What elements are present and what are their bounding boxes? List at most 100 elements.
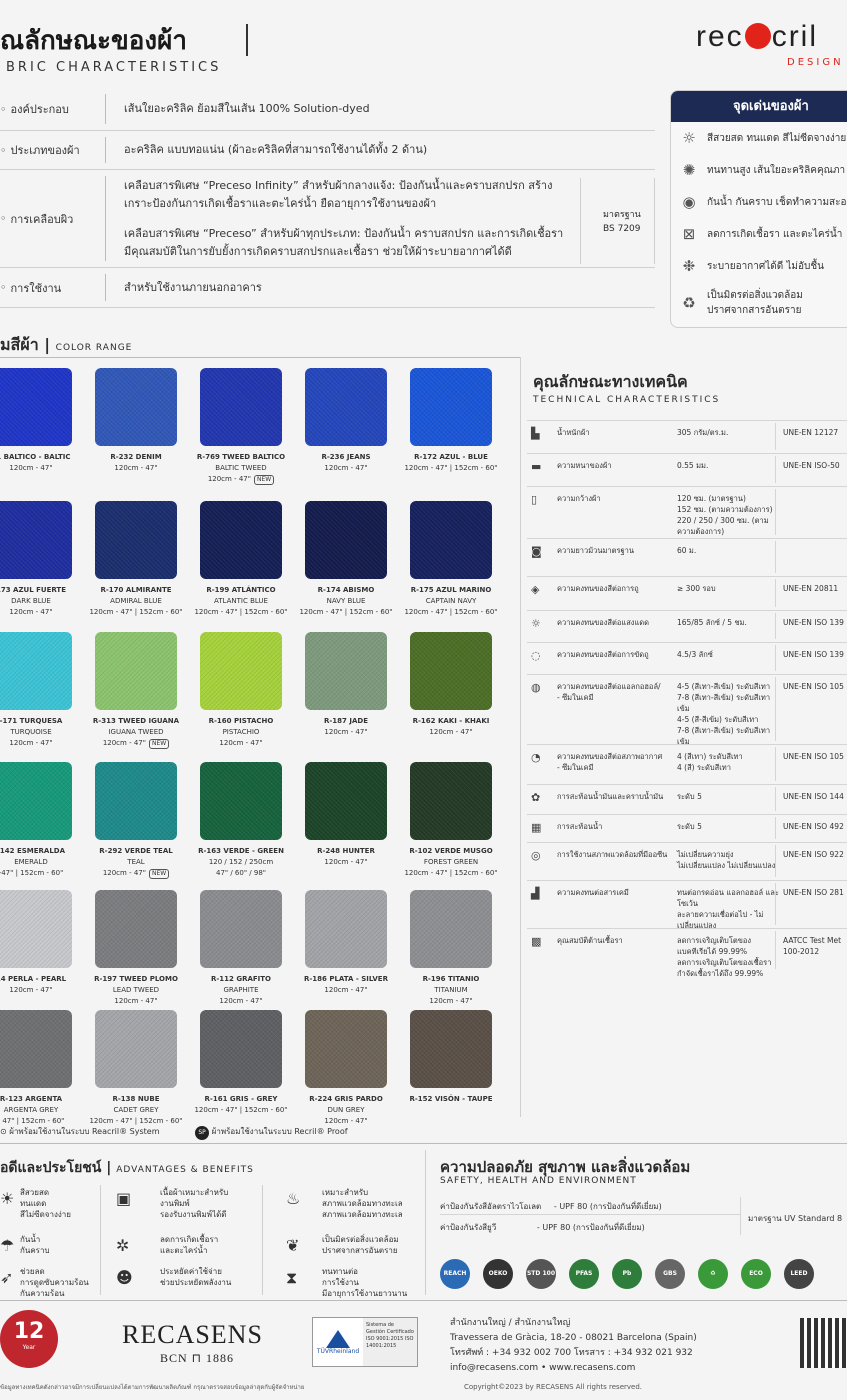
technical-title: คุณลักษณะทางเทคนิค	[533, 372, 688, 391]
color-swatch[interactable]	[305, 890, 387, 968]
color-swatch[interactable]	[0, 890, 72, 968]
recycle-cert: ♻	[698, 1259, 728, 1289]
advantages-title: อดีและประโยชน์ | ADVANTAGES & BENEFITS	[0, 1160, 254, 1176]
coating-icon: ◦	[0, 212, 7, 225]
mold-icon: ✲	[116, 1236, 130, 1255]
color-swatch[interactable]	[95, 1010, 177, 1088]
swatch-label: R-138 NUBE CADET GREY 120cm - 47" | 152cm …	[89, 1095, 183, 1125]
website-link[interactable]: info@recasens.com • www.recasens.com	[450, 1361, 697, 1376]
tuv-triangle-icon	[326, 1329, 350, 1348]
swatch-label: 11 BALTICO - BALTIC120cm - 47"	[0, 453, 71, 472]
color-swatch[interactable]	[200, 762, 282, 840]
color-swatch[interactable]	[200, 368, 282, 446]
stain-icon: ✿	[531, 791, 541, 804]
color-swatch[interactable]	[410, 632, 492, 710]
copyright: Copyright©2023 by RECASENS All rights re…	[464, 1383, 642, 1391]
color-swatch[interactable]	[410, 1010, 492, 1088]
fabric-type-icon: ◦	[0, 143, 7, 157]
color-swatch[interactable]	[410, 890, 492, 968]
tech-std-divider	[775, 645, 776, 671]
color-swatch[interactable]	[95, 762, 177, 840]
chemical-icon: ▟	[531, 887, 540, 900]
advantage-item: เนื้อผ้าเหมาะสำหรับ งานพิมพ์ รองรับงานพิมพ…	[160, 1188, 229, 1219]
color-swatch[interactable]	[95, 632, 177, 710]
swatch-label: 173 AZUL FUERTE DARK BLUE 120cm - 47"	[0, 586, 66, 616]
new-badge: NEW	[253, 475, 275, 485]
color-swatch[interactable]	[200, 501, 282, 579]
swatch-label: R-160 PISTACHO PISTACHIO 120cm - 47"	[208, 717, 274, 747]
color-swatch[interactable]	[200, 890, 282, 968]
swatch-label: R-152 VISÓN - TAUPE	[409, 1095, 493, 1103]
tech-std-divider	[775, 423, 776, 450]
tech-std-divider	[775, 613, 776, 639]
weight-icon: ▙	[531, 427, 540, 440]
section-divider-vertical	[520, 357, 521, 1117]
swatch-label: R-313 TWEED IGUANA IGUANA TWEED 120cm - 47…	[92, 717, 180, 749]
advantage-item: เหมาะสำหรับ สภาพแวดล้อมทางทะเล สภาพแวดล้อม…	[322, 1188, 403, 1219]
color-range-footnotes: ⊙ ผ้าพร้อมใช้งานในระบบ Reacril® System S…	[0, 1125, 348, 1140]
color-swatch[interactable]	[0, 1010, 72, 1088]
safety-subtitle: SAFETY, HEALTH AND ENVIRONMENT	[440, 1176, 637, 1186]
color-swatch[interactable]	[0, 501, 72, 579]
rain-icon: ☂	[0, 1236, 15, 1255]
advantage-item: ทนทานต่อ การใช้งาน มีอายุการใช้งานยาวนาน	[322, 1267, 408, 1298]
leaf-icon: ❦	[286, 1236, 300, 1255]
color-swatch[interactable]	[410, 368, 492, 446]
color-swatch[interactable]	[410, 501, 492, 579]
color-swatch[interactable]	[305, 368, 387, 446]
wash-icon: ◌	[531, 649, 541, 662]
lead-free-cert: Pb	[612, 1259, 642, 1289]
logo-red-circle	[744, 23, 771, 49]
highlights-title: จุดเด่นของผ้า	[671, 91, 847, 122]
tech-row: ▩ คุณสมบัติต้านเชื้อรา ลดการเจริญเติบโตของ…	[527, 928, 847, 978]
color-swatch[interactable]	[305, 501, 387, 579]
spec-row-1: ◦ ประเภทของผ้า อะคริลิค แบบทอแน่น (ผ้าอะคร…	[0, 131, 655, 170]
oeko-cert: OEKO	[483, 1259, 513, 1289]
new-badge: NEW	[148, 739, 170, 749]
drop-icon: ◍	[531, 681, 541, 694]
water-icon: ◔	[531, 751, 541, 764]
sun-icon: ☼	[682, 129, 696, 147]
color-swatch[interactable]	[95, 890, 177, 968]
color-swatch[interactable]	[95, 368, 177, 446]
highlight-item: ♻ เป็นมิตรต่อสิ่งแวดล้อม ปราศจากสารอันตราย	[671, 282, 847, 324]
color-swatch[interactable]	[95, 501, 177, 579]
advantage-item: ประหยัดค่าใช้จ่าย ช่วยประหยัดพลังงาน	[160, 1267, 232, 1287]
color-swatch[interactable]	[0, 632, 72, 710]
swatch-label: R-102 VERDE MUSGO FOREST GREEN 120cm - 47"…	[404, 847, 498, 877]
color-range-divider	[0, 357, 520, 358]
uv-standard: มาตรฐาน UV Standard 8	[748, 1214, 843, 1223]
standard100-cert: STD 100	[526, 1259, 556, 1289]
spec-row-0: ◦ องค์ประกอบ เส้นใยอะคริลิค ย้อมสีในเส้น 1…	[0, 88, 655, 131]
highlight-item: ☼ สีสวยสด ทนแดด สีไม่ซีดจางง่าย	[671, 122, 847, 154]
swatch-label: R-769 TWEED BALTICO BALTIC TWEED 120cm - 4…	[196, 453, 286, 485]
swatch-label: R-232 DENIM 120cm - 47"	[110, 453, 162, 472]
tech-std-divider	[775, 747, 776, 781]
color-swatch[interactable]	[0, 368, 72, 446]
color-swatch[interactable]	[200, 1010, 282, 1088]
tuv-certification: TÜVRheinland Sistema de Gestión Certific…	[312, 1317, 418, 1367]
tech-row: ◔ ความคงทนของสีต่อสภาพอากาศ - ซึมในเคมี 4 (…	[527, 744, 847, 784]
fountain-icon: ♨	[286, 1189, 301, 1208]
light-icon: ☼	[531, 617, 541, 630]
qr-code[interactable]	[800, 1318, 847, 1368]
eco-icon: ♻	[682, 294, 696, 312]
tech-row: ◌ ความคงทนของสีต่อการขัดถู 4.5/3 ลักซ์ UNE-…	[527, 642, 847, 674]
new-badge: NEW	[148, 869, 170, 879]
color-swatch[interactable]	[305, 632, 387, 710]
swatch-label: R-174 ABISMO NAVY BLUE 120cm - 47" | 152cm…	[299, 586, 393, 616]
color-swatch[interactable]	[0, 762, 72, 840]
tech-std-divider	[775, 677, 776, 741]
color-swatch[interactable]	[305, 762, 387, 840]
advantage-item: กันน้ำ กันคราบ	[20, 1235, 50, 1255]
airflow-icon: ❉	[682, 257, 696, 275]
color-swatch[interactable]	[305, 1010, 387, 1088]
tech-row: ☼ ความคงทนของสีต่อแสงแดด 165/85 ลักซ์ / 5 …	[527, 610, 847, 642]
swatch-label: -171 TURQUESA TURQUOISE 120cm - 47"	[0, 717, 63, 747]
tech-row: ◙ ความยาวม้วนมาตรฐาน 60 ม.	[527, 538, 847, 576]
logo-design-text: DESIGN	[787, 57, 844, 68]
person-icon: ☻	[116, 1268, 133, 1287]
color-swatch[interactable]	[410, 762, 492, 840]
color-swatch[interactable]	[200, 632, 282, 710]
tech-row: ▦ การสะท้อนน้ำ ระดับ 5 UNE-EN ISO 492	[527, 814, 847, 842]
